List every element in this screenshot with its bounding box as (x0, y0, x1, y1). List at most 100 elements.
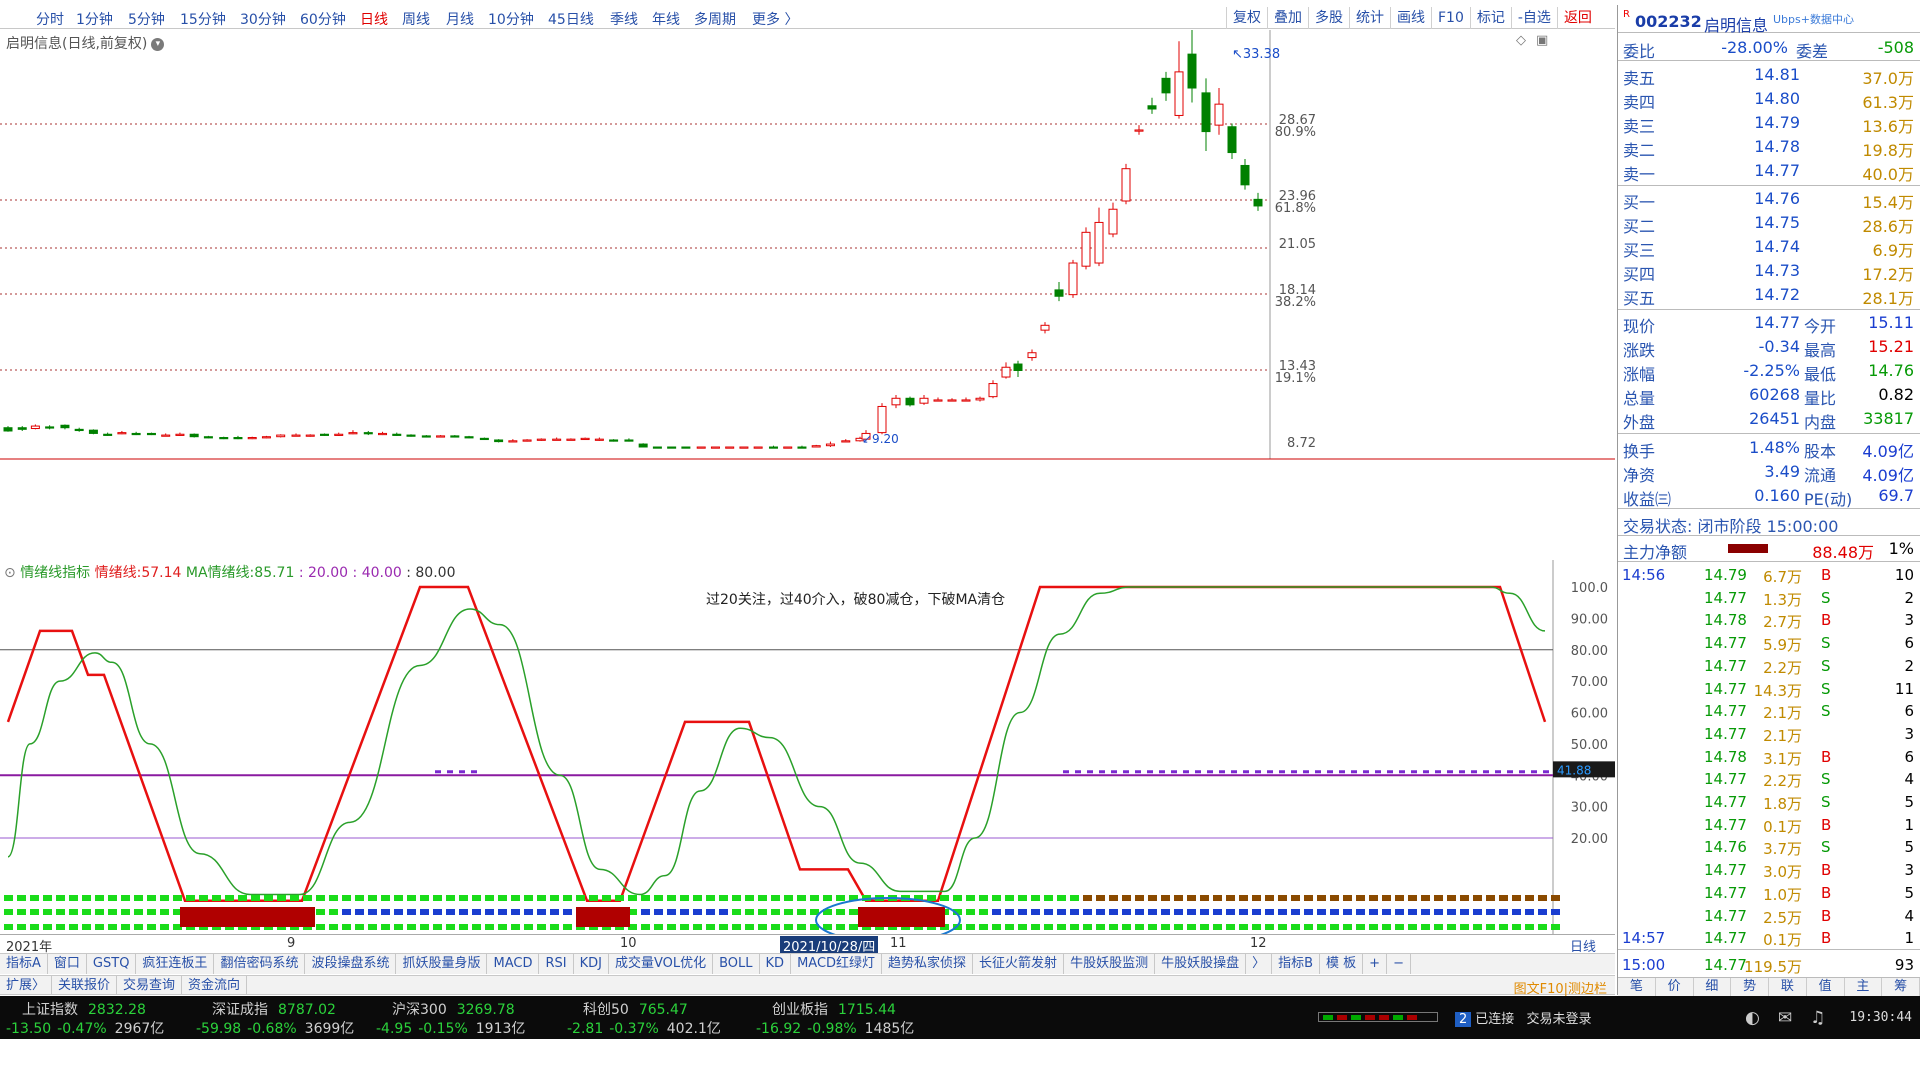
period-7[interactable]: 周线 (402, 9, 430, 29)
globe-icon[interactable]: ◐ (1745, 1008, 1778, 1028)
signal-dot (1111, 770, 1117, 774)
tick-count: 1 (1904, 929, 1914, 948)
signal-cell (160, 924, 169, 930)
signal-cell (1512, 924, 1521, 930)
indicator-tab-14[interactable]: 趋势私家侦探 (882, 954, 974, 974)
bell-icon[interactable]: ♫ (1810, 1008, 1843, 1028)
panel-tab-3[interactable]: 势 (1731, 978, 1769, 996)
indicator-tab-16[interactable]: 牛股妖股监测 (1064, 954, 1156, 974)
stat-value: 33817 (1863, 409, 1914, 428)
tool-button-5[interactable]: F10 (1431, 7, 1470, 29)
tool-button-2[interactable]: 多股 (1308, 7, 1349, 29)
bid-label: 买一 (1623, 193, 1656, 212)
indicator-tab-19[interactable]: 指标B (1272, 954, 1321, 974)
candle (450, 435, 460, 438)
indicator-tab-1[interactable]: 窗口 (48, 954, 87, 974)
bottom-tab-1[interactable]: 关联报价 (52, 976, 118, 994)
indicator-tab-10[interactable]: 成交量VOL优化 (609, 954, 714, 974)
tick-row: 14.77 1.0万 B 5 (1618, 882, 1920, 905)
indicator-tab-13[interactable]: MACD红绿灯 (791, 954, 883, 974)
tool-button-3[interactable]: 统计 (1349, 7, 1390, 29)
candle (161, 433, 171, 437)
period-5[interactable]: 60分钟 (300, 9, 346, 29)
indicator-tab-11[interactable]: BOLL (713, 954, 760, 974)
period-10[interactable]: 45日线 (548, 9, 594, 29)
indicator-tab-3[interactable]: 疯狂连板王 (136, 954, 215, 974)
signal-cell (706, 924, 715, 930)
period-1[interactable]: 1分钟 (76, 9, 113, 29)
chat-icon[interactable]: ✉ (1778, 1008, 1810, 1028)
tool-button-0[interactable]: 复权 (1226, 7, 1267, 29)
index-2[interactable]: 沪深300 3269.78 (392, 999, 515, 1019)
tool-button-7[interactable]: -自选 (1510, 7, 1557, 29)
indicator-tab-7[interactable]: MACD (487, 954, 540, 974)
index-3[interactable]: 科创50 765.47 (583, 999, 688, 1019)
indicator-tab-4[interactable]: 翻倍密码系统 (214, 954, 306, 974)
data-center-link[interactable]: Ubps+数据中心 (1773, 11, 1854, 27)
panel-tab-6[interactable]: 主 (1845, 978, 1883, 996)
signal-cell (355, 924, 364, 930)
indicator-tab-22[interactable]: − (1387, 954, 1411, 974)
candle (988, 380, 998, 399)
panel-tab-5[interactable]: 值 (1807, 978, 1845, 996)
tool-button-1[interactable]: 叠加 (1267, 7, 1308, 29)
indicator-tab-15[interactable]: 长征火箭发射 (973, 954, 1065, 974)
indicator-tab-9[interactable]: KDJ (574, 954, 609, 974)
indicator-tab-12[interactable]: KD (760, 954, 792, 974)
index-0[interactable]: 上证指数 2832.28 (22, 999, 146, 1019)
index-turnover: 3699亿 (304, 1021, 355, 1037)
signal-cell (433, 895, 442, 901)
index-4[interactable]: 创业板指 1715.44 (772, 999, 896, 1019)
signal-cell (342, 924, 351, 930)
candlestick-chart[interactable]: 28.6780.9%23.9661.8%21.0518.1438.2%13.43… (0, 30, 1615, 558)
period-13[interactable]: 多周期 (694, 9, 736, 29)
indicator-tab-2[interactable]: GSTQ (87, 954, 137, 974)
period-14[interactable]: 更多 〉 (752, 9, 798, 29)
index-1[interactable]: 深证成指 8787.02 (212, 999, 336, 1019)
signal-cell (329, 909, 338, 915)
tool-button-8[interactable]: 返回 (1556, 7, 1598, 29)
signal-cell (628, 895, 637, 901)
trade-status[interactable]: 交易未登录 (1526, 1012, 1591, 1027)
indicator-tab-20[interactable]: 模 板 (1320, 954, 1364, 974)
indicator-tab-0[interactable]: 指标A (0, 954, 48, 974)
period-8[interactable]: 月线 (446, 9, 474, 29)
signal-cell (1135, 924, 1144, 930)
connection-status[interactable]: 2 已连接 交易未登录 (1455, 1008, 1591, 1027)
sentiment-indicator-chart[interactable]: 100.090.0080.0070.0060.0050.0040.0030.00… (0, 560, 1615, 934)
fund-value: 4.09亿 (1862, 442, 1914, 461)
panel-tab-0[interactable]: 笔 (1618, 978, 1656, 996)
period-11[interactable]: 季线 (610, 9, 638, 29)
indicator-tab-18[interactable]: 〉 (1246, 954, 1273, 974)
signal-cell (1525, 909, 1534, 915)
bottom-tab-3[interactable]: 资金流向 (182, 976, 248, 994)
f10-toggle[interactable]: 图文F10|测边栏 (1514, 978, 1607, 997)
period-9[interactable]: 10分钟 (488, 9, 534, 29)
signal-cell (30, 895, 39, 901)
panel-tab-2[interactable]: 细 (1694, 978, 1732, 996)
candle (696, 446, 706, 449)
indicator-tab-17[interactable]: 牛股妖股操盘 (1155, 954, 1247, 974)
panel-tab-4[interactable]: 联 (1769, 978, 1807, 996)
period-4[interactable]: 30分钟 (240, 9, 286, 29)
bottom-tab-0[interactable]: 扩展〉 (0, 976, 53, 994)
period-12[interactable]: 年线 (652, 9, 680, 29)
period-6[interactable]: 日线 (360, 9, 388, 29)
candle (45, 425, 55, 430)
panel-tab-1[interactable]: 价 (1656, 978, 1694, 996)
bottom-tab-2[interactable]: 交易查询 (117, 976, 183, 994)
indicator-tab-8[interactable]: RSI (539, 954, 574, 974)
period-0[interactable]: 分时 (36, 9, 64, 29)
gear-icon[interactable]: ⊙ (4, 565, 16, 581)
candle (1054, 281, 1064, 302)
panel-tab-7[interactable]: 筹 (1882, 978, 1920, 996)
stock-code: 002232 (1635, 12, 1702, 31)
indicator-tab-21[interactable]: + (1363, 954, 1388, 974)
tool-button-6[interactable]: 标记 (1469, 7, 1511, 29)
period-3[interactable]: 15分钟 (180, 9, 226, 29)
period-2[interactable]: 5分钟 (128, 9, 165, 29)
indicator-tab-5[interactable]: 波段操盘系统 (305, 954, 397, 974)
indicator-tab-6[interactable]: 抓妖股量身版 (396, 954, 488, 974)
tool-button-4[interactable]: 画线 (1390, 7, 1431, 29)
signal-cell (1187, 895, 1196, 901)
